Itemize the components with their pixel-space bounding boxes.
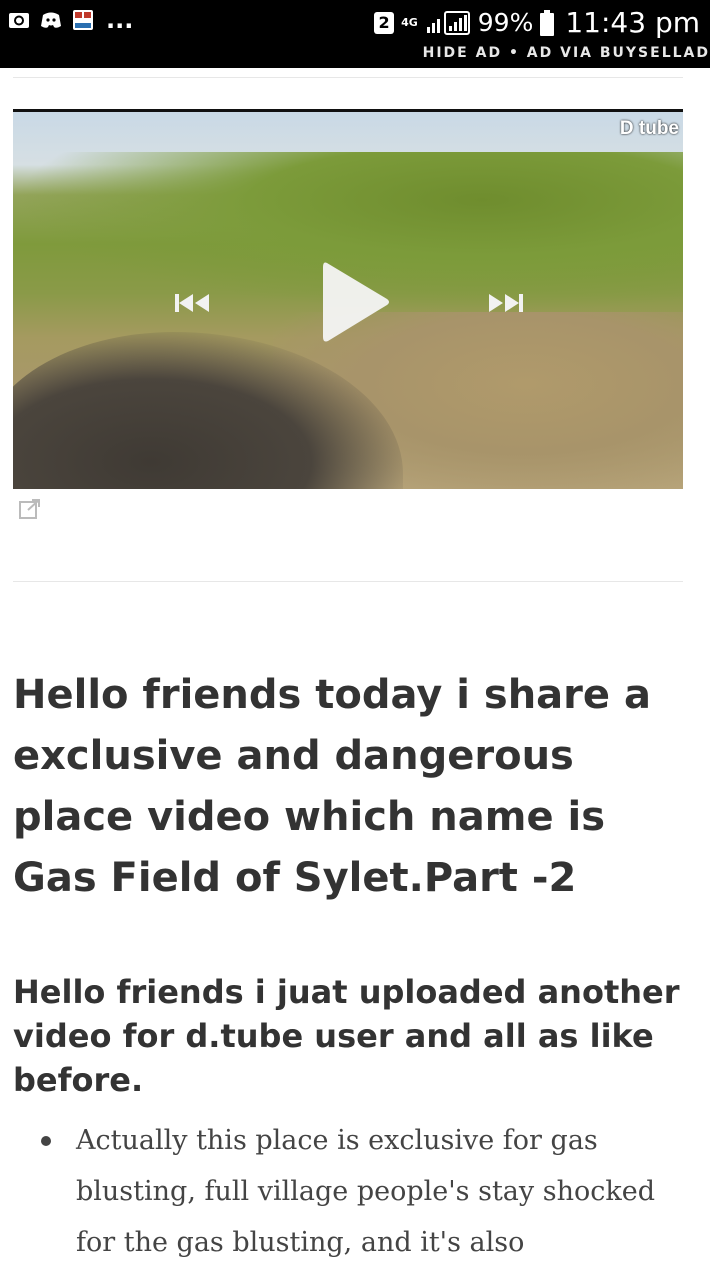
ad-bar: HIDE AD • AD VIA BUYSELLAD [423,45,710,61]
clock: 11:43 pm [565,6,700,39]
list-item: Actually this place is exclusive for gas… [13,1115,693,1268]
status-bar: ... 2 4G 99% 11:43 pm HIDE AD • AD VIA B… [0,0,710,68]
battery-icon [540,9,555,36]
video-player[interactable]: D tube [13,109,683,489]
skip-previous-icon[interactable] [173,291,213,315]
bullet-icon [41,1136,51,1146]
notification-icons: ... [8,6,134,34]
camera-icon [9,13,29,28]
play-icon[interactable] [319,257,391,347]
overflow-indicator: ... [106,6,134,34]
skip-next-icon[interactable] [485,291,525,315]
top-divider [13,77,683,78]
post-bullet-list: Actually this place is exclusive for gas… [13,1115,693,1268]
signal-icon [426,10,470,35]
system-indicators: 2 4G 99% 11:43 pm [374,6,700,39]
ad-separator: • [508,45,520,61]
news-app-icon [73,10,93,30]
list-item-text: Actually this place is exclusive for gas… [76,1125,655,1258]
network-type: 4G [401,15,418,29]
sim-badge: 2 [374,11,395,34]
post-title: Hello friends today i share a exclusive … [13,672,651,901]
discord-icon [41,12,61,28]
battery-percent: 99% [477,8,534,37]
external-link-icon[interactable] [19,499,41,519]
ad-via-link[interactable]: AD VIA BUYSELLAD [527,45,710,61]
post-subtitle: Hello friends i juat uploaded another vi… [13,973,680,1099]
hide-ad-link[interactable]: HIDE AD [423,45,502,61]
dtube-logo[interactable]: D tube [620,118,679,140]
content-divider [13,581,683,582]
